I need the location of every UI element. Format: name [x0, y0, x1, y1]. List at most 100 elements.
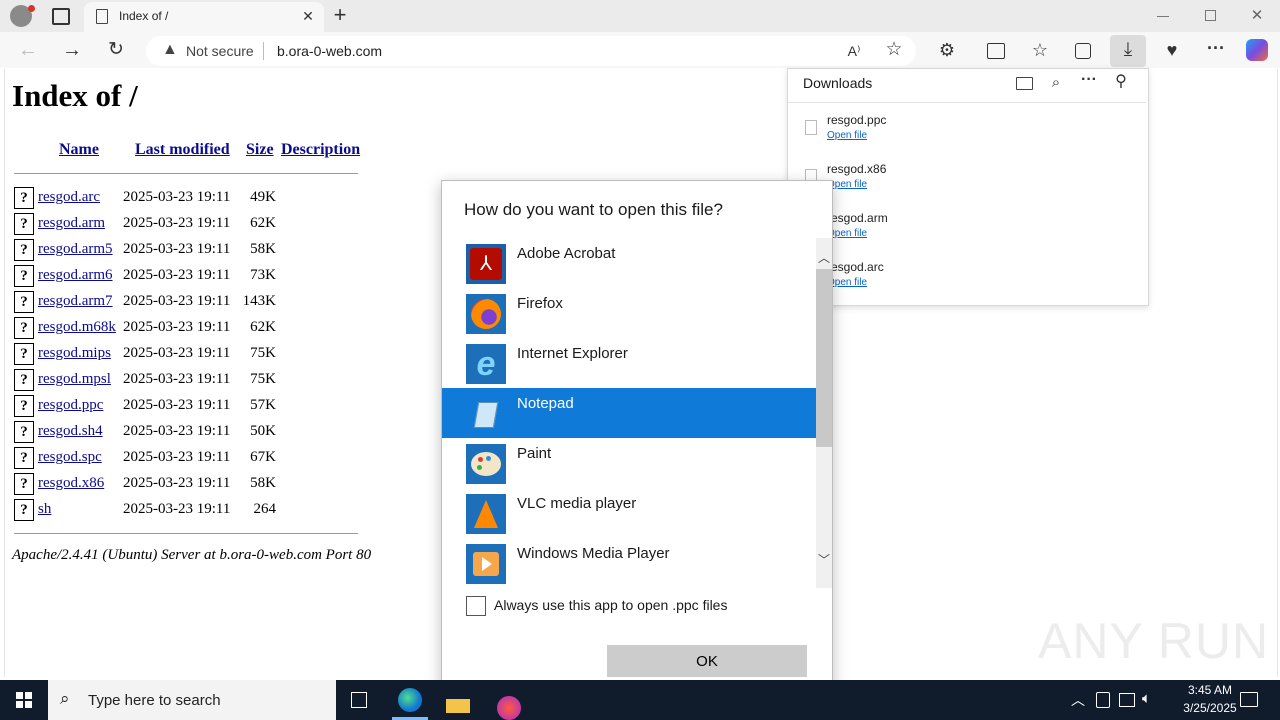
file-link[interactable]: resgod.arm5: [38, 241, 113, 258]
file-link[interactable]: resgod.m68k: [38, 319, 116, 336]
search-downloads-icon[interactable]: ⌕: [1044, 71, 1068, 95]
tab-actions-icon[interactable]: [52, 8, 70, 25]
restore-button[interactable]: [1205, 10, 1216, 21]
file-date: 2025-03-23 19:11: [123, 475, 231, 491]
file-size: 62K: [250, 319, 276, 335]
file-size: 67K: [250, 449, 276, 465]
favorite-star-icon[interactable]: ☆: [882, 38, 906, 62]
forward-icon[interactable]: →: [60, 38, 84, 62]
page-title: Index of /: [12, 78, 138, 113]
performance-icon[interactable]: ♥: [1160, 38, 1184, 62]
app-option-acrobat[interactable]: ⅄ Adobe Acrobat: [442, 238, 816, 288]
copilot-icon[interactable]: [1246, 39, 1268, 61]
file-link[interactable]: resgod.arm: [38, 215, 105, 232]
app-option-paint[interactable]: Paint: [442, 438, 816, 488]
unknown-file-icon: ?: [14, 421, 34, 443]
file-link[interactable]: resgod.spc: [38, 449, 102, 466]
scroll-down-arrow[interactable]: ﹀: [818, 551, 830, 568]
pin-icon[interactable]: ⚲: [1109, 70, 1133, 94]
divider: [14, 533, 358, 534]
wmp-icon: [466, 544, 506, 584]
ie-icon: e: [466, 344, 506, 384]
unknown-file-icon: ?: [14, 395, 34, 417]
file-explorer-taskbar-icon[interactable]: [446, 699, 470, 713]
open-file-link[interactable]: Open file: [827, 277, 867, 288]
window-close-button[interactable]: ✕: [1245, 4, 1269, 28]
file-date: 2025-03-23 19:11: [123, 345, 231, 361]
file-link[interactable]: resgod.sh4: [38, 423, 103, 440]
open-folder-icon[interactable]: [1016, 77, 1033, 90]
split-screen-icon[interactable]: [987, 43, 1005, 59]
task-view-icon[interactable]: [351, 692, 367, 708]
search-placeholder[interactable]: Type here to search: [88, 692, 221, 709]
firefox-taskbar-icon[interactable]: [497, 696, 521, 720]
tray-app-icon[interactable]: [1096, 692, 1110, 708]
file-link[interactable]: resgod.x86: [38, 475, 104, 492]
always-use-label[interactable]: Always use this app to open .ppc files: [494, 597, 727, 613]
ok-button-label[interactable]: OK: [607, 653, 807, 670]
security-label[interactable]: Not secure: [186, 43, 254, 59]
column-header-description[interactable]: Description: [281, 141, 360, 159]
search-icon: ⌕: [60, 689, 70, 708]
file-size: 58K: [250, 241, 276, 257]
download-icon[interactable]: ⤓: [1116, 38, 1140, 62]
file-link[interactable]: resgod.mpsl: [38, 371, 111, 388]
file-date: 2025-03-23 19:11: [123, 267, 231, 283]
open-file-link[interactable]: Open file: [827, 179, 867, 190]
new-tab-button[interactable]: +: [328, 3, 352, 27]
favorites-icon[interactable]: ☆: [1028, 38, 1052, 62]
downloads-more-icon[interactable]: ···: [1077, 68, 1101, 92]
tray-overflow-icon[interactable]: ︿: [1071, 690, 1085, 710]
tab-title: Index of /: [119, 9, 169, 23]
always-use-checkbox[interactable]: [466, 596, 486, 616]
unknown-file-icon: ?: [14, 239, 34, 261]
app-option-windows-media-player[interactable]: Windows Media Player: [442, 538, 816, 588]
file-link[interactable]: resgod.arc: [38, 189, 100, 206]
url-text[interactable]: b.ora-0-web.com: [277, 43, 382, 59]
notifications-icon[interactable]: [1240, 692, 1258, 707]
unknown-file-icon: ?: [14, 343, 34, 365]
network-icon[interactable]: [1119, 693, 1135, 707]
open-file-link[interactable]: Open file: [827, 228, 867, 239]
edge-taskbar-icon[interactable]: [398, 688, 422, 712]
unknown-file-icon: ?: [14, 447, 34, 469]
open-file-link[interactable]: Open file: [827, 130, 867, 141]
scroll-up-arrow[interactable]: ︿: [818, 249, 830, 266]
file-link[interactable]: resgod.mips: [38, 345, 111, 362]
refresh-icon[interactable]: ↻: [104, 38, 128, 62]
extensions-icon[interactable]: ⚙: [935, 38, 959, 62]
windows-start-icon[interactable]: [16, 692, 32, 708]
column-header-name[interactable]: Name: [59, 141, 99, 159]
vlc-icon: [466, 494, 506, 534]
collections-icon[interactable]: [1075, 43, 1091, 59]
download-item-name: resgod.arc: [827, 260, 884, 274]
file-link[interactable]: sh: [38, 501, 51, 518]
file-size: 57K: [250, 397, 276, 413]
read-aloud-icon[interactable]: A⁾: [842, 39, 866, 63]
unknown-file-icon: ?: [14, 265, 34, 287]
scrollbar-thumb[interactable]: [816, 269, 832, 447]
warning-icon[interactable]: ▲: [162, 41, 178, 59]
volume-icon[interactable]: 🔈︎: [1142, 690, 1151, 707]
app-label: Internet Explorer: [517, 345, 628, 362]
more-menu-icon[interactable]: ···: [1204, 36, 1228, 60]
file-size: 143K: [242, 293, 276, 309]
app-option-firefox[interactable]: Firefox: [442, 288, 816, 338]
file-link[interactable]: resgod.arm6: [38, 267, 113, 284]
page-icon: [96, 9, 108, 24]
file-size: 75K: [250, 371, 276, 387]
profile-notification-dot: [28, 5, 35, 12]
app-option-internet-explorer[interactable]: e Internet Explorer: [442, 338, 816, 388]
address-bar[interactable]: [146, 36, 916, 66]
file-link[interactable]: resgod.arm7: [38, 293, 113, 310]
back-icon[interactable]: ←: [16, 38, 40, 62]
table-row: ? resgod.arm6 2025-03-23 19:11 73K: [14, 265, 364, 291]
app-option-notepad[interactable]: Notepad: [442, 388, 816, 438]
tab-close-icon[interactable]: ✕: [296, 4, 320, 28]
minimize-button[interactable]: [1157, 16, 1169, 17]
file-link[interactable]: resgod.ppc: [38, 397, 103, 414]
app-option-vlc[interactable]: VLC media player: [442, 488, 816, 538]
app-label: Paint: [517, 445, 552, 462]
column-header-size[interactable]: Size: [246, 141, 274, 159]
column-header-modified[interactable]: Last modified: [135, 141, 230, 159]
